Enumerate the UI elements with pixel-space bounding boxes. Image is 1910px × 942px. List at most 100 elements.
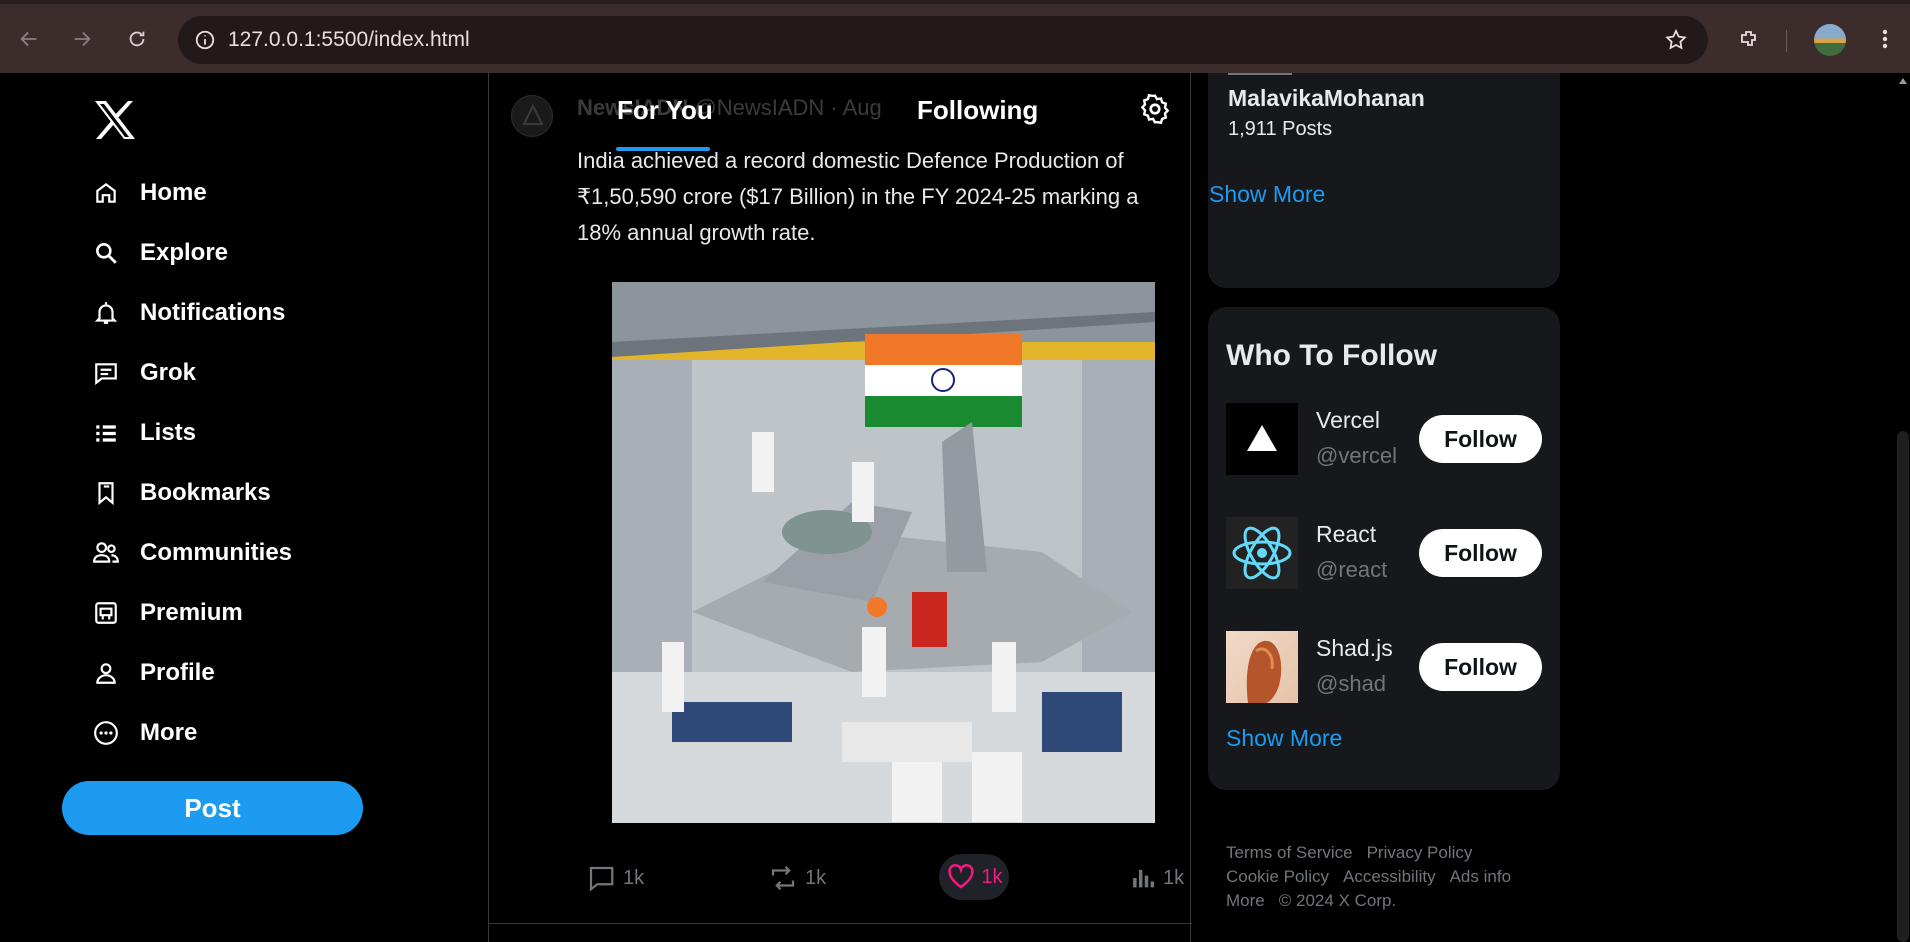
trending-topic[interactable]: MalavikaMohanan	[1228, 85, 1425, 112]
footer-link[interactable]: Ads info	[1450, 867, 1511, 886]
follow-suggestion: Shad.js @shad Follow	[1226, 631, 1542, 703]
forward-icon[interactable]	[65, 22, 99, 56]
views-action[interactable]: 1k	[1129, 863, 1184, 893]
footer-link[interactable]: Accessibility	[1343, 867, 1436, 886]
sidebar-item-label: Communities	[140, 539, 293, 566]
list-icon	[92, 419, 120, 447]
sidebar-item-home[interactable]: Home	[92, 171, 207, 215]
heart-icon	[948, 863, 975, 889]
account-handle: @shad	[1316, 671, 1387, 696]
message-icon	[92, 359, 120, 387]
sidebar-item-bookmarks[interactable]: Bookmarks	[92, 471, 271, 515]
follow-button[interactable]: Follow	[1419, 415, 1542, 463]
tweet-handle: @NewsIADN · Aug	[694, 95, 882, 120]
sidebar-item-notifications[interactable]: Notifications	[92, 291, 285, 335]
sidebar-item-label: Grok	[140, 359, 197, 386]
sidebar-item-label: Notifications	[140, 299, 286, 326]
bar-chart-icon	[1133, 869, 1155, 888]
people-icon	[92, 539, 120, 567]
tweet-text: India achieved a record domestic Defence…	[577, 148, 1139, 245]
sidebar-item-label: More	[140, 719, 198, 746]
account-handle: @vercel	[1316, 443, 1398, 468]
account-name[interactable]: Vercel	[1316, 407, 1380, 434]
tweet-avatar[interactable]	[511, 95, 553, 137]
sidebar-item-label: Profile	[140, 659, 215, 686]
bookmark-star-icon[interactable]	[1664, 28, 1688, 52]
trending-panel: MalavikaMohanan 1,911 Posts Show More	[1208, 73, 1560, 288]
browser-toolbar: 127.0.0.1:5500/index.html	[0, 0, 1910, 73]
like-action[interactable]: 1k	[939, 854, 1009, 900]
x-logo-icon[interactable]	[92, 99, 138, 146]
bell-icon	[92, 299, 120, 327]
who-to-follow-show-more-link[interactable]: Show More	[1226, 725, 1342, 752]
copyright-text: © 2024 X Corp.	[1278, 891, 1397, 910]
back-icon[interactable]	[12, 22, 46, 56]
sidebar-item-lists[interactable]: Lists	[92, 411, 196, 455]
trending-show-more-link[interactable]: Show More	[1209, 181, 1325, 208]
page: Home Explore Notifications Grok Lists Bo…	[0, 73, 1910, 942]
follow-suggestion: Vercel @vercel Follow	[1226, 403, 1542, 475]
premium-icon	[92, 599, 120, 627]
search-icon	[92, 239, 120, 267]
footer-link[interactable]: More	[1226, 891, 1265, 910]
sidebar-item-profile[interactable]: Profile	[92, 651, 215, 695]
site-info-icon[interactable]	[194, 29, 216, 51]
sidebar-item-label: Lists	[140, 419, 197, 446]
react-logo-icon[interactable]	[1226, 517, 1298, 589]
settings-gear-icon[interactable]	[1139, 93, 1171, 130]
trending-posts-count: 1,911 Posts	[1228, 118, 1333, 140]
shad-avatar[interactable]	[1226, 631, 1298, 703]
sidebar-item-label: Premium	[140, 599, 243, 626]
like-count: 1k	[981, 865, 1003, 888]
footer-link[interactable]: Terms of Service	[1226, 843, 1353, 862]
sidebar-item-premium[interactable]: Premium	[92, 591, 243, 635]
reply-icon	[589, 866, 614, 892]
feed: NewsIADN @NewsIADN · Aug For You Followi…	[488, 73, 1192, 942]
sidebar-item-label: Home	[140, 179, 207, 206]
scroll-up-icon[interactable]	[1898, 77, 1908, 85]
divider	[489, 923, 1192, 924]
follow-button[interactable]: Follow	[1419, 529, 1542, 577]
account-handle: @react	[1316, 557, 1388, 582]
url-text[interactable]: 127.0.0.1:5500/index.html	[228, 28, 470, 52]
follow-button[interactable]: Follow	[1419, 643, 1542, 691]
tweet-image[interactable]	[612, 282, 1155, 823]
views-count: 1k	[1163, 866, 1185, 889]
who-to-follow-title: Who To Follow	[1226, 339, 1438, 372]
footer-links: Terms of Service Privacy Policy Cookie Po…	[1226, 841, 1556, 913]
sidebar-item-label: Bookmarks	[140, 479, 271, 506]
footer-link[interactable]: Privacy Policy	[1367, 843, 1473, 862]
tab-for-you[interactable]: For You	[617, 95, 713, 126]
toolbar-divider	[1786, 30, 1787, 52]
trending-meta-cut	[1228, 73, 1318, 83]
profile-avatar[interactable]	[1814, 24, 1846, 56]
sidebar-item-explore[interactable]: Explore	[92, 231, 228, 275]
sidebar: Home Explore Notifications Grok Lists Bo…	[0, 73, 488, 942]
retweet-icon	[771, 865, 795, 891]
retweet-count: 1k	[805, 866, 827, 889]
sidebar-item-communities[interactable]: Communities	[92, 531, 292, 575]
sidebar-item-grok[interactable]: Grok	[92, 351, 196, 395]
follow-suggestion: React @react Follow	[1226, 517, 1542, 589]
home-icon	[92, 179, 120, 207]
account-name[interactable]: React	[1316, 521, 1376, 548]
post-button[interactable]: Post	[62, 781, 363, 835]
address-bar[interactable]: 127.0.0.1:5500/index.html	[178, 16, 1708, 64]
reload-icon[interactable]	[120, 22, 154, 56]
reply-action[interactable]: 1k	[585, 863, 644, 893]
footer-link[interactable]: Cookie Policy	[1226, 867, 1329, 886]
extensions-icon[interactable]	[1732, 22, 1766, 56]
reply-count: 1k	[623, 866, 645, 889]
who-to-follow-panel: Who To Follow Vercel @vercel Follow Reac…	[1208, 307, 1560, 790]
more-circle-icon	[92, 719, 120, 747]
sidebar-item-label: Explore	[140, 239, 229, 266]
page-scrollbar[interactable]	[1896, 73, 1910, 942]
tab-following[interactable]: Following	[917, 95, 1038, 126]
sidebar-item-more[interactable]: More	[92, 711, 197, 755]
browser-menu-icon[interactable]	[1868, 22, 1902, 56]
account-name[interactable]: Shad.js	[1316, 635, 1393, 662]
scrollbar-thumb[interactable]	[1897, 431, 1909, 942]
vercel-logo-icon[interactable]	[1226, 403, 1298, 475]
retweet-action[interactable]: 1k	[767, 863, 826, 893]
bookmark-icon	[92, 479, 120, 507]
